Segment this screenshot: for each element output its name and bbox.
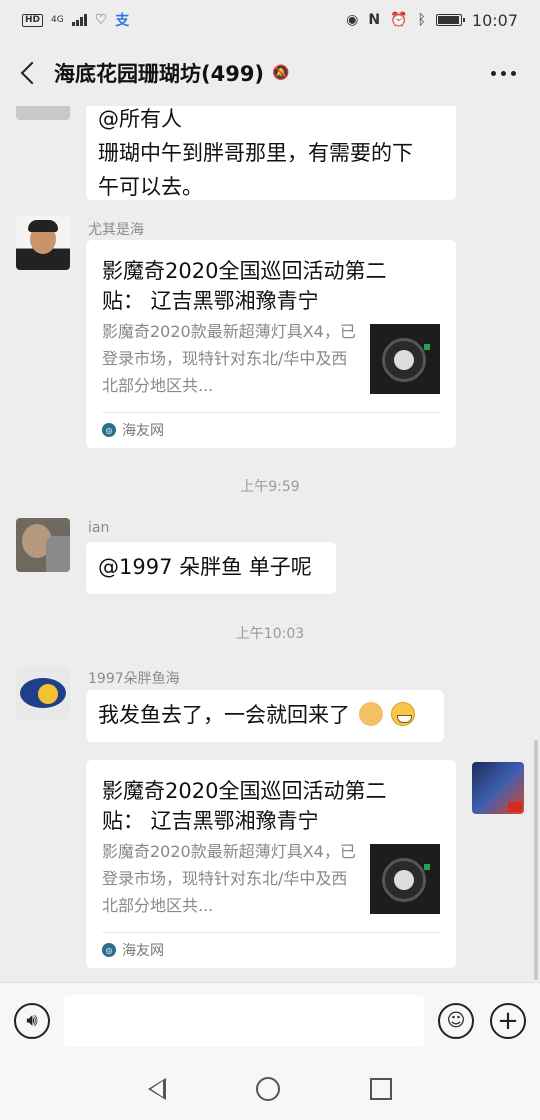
card-thumbnail [370,324,440,394]
network-type: 4G [51,15,64,25]
message-bubble[interactable]: @1997 朵胖鱼 单子呢 [86,542,336,594]
more-options-button[interactable] [483,63,524,84]
avatar[interactable] [16,216,70,270]
nav-home-icon[interactable] [256,1077,280,1101]
victory-hand-emoji-icon [358,702,383,726]
sender-name: ian [88,520,110,536]
voice-icon: 🔊︎ [26,1010,38,1031]
avatar[interactable] [16,518,70,572]
sender-name: 尤其是海 [88,222,144,238]
avatar[interactable] [16,666,70,720]
voice-input-button[interactable]: 🔊︎ [14,1002,50,1039]
chat-title[interactable]: 海底花园珊瑚坊(499) [54,58,264,88]
divider [102,412,440,413]
system-nav-buttons [0,1058,540,1120]
heart-icon: ♡ [94,12,108,28]
scrollbar[interactable] [534,740,538,980]
chat-header: 海底花园珊瑚坊(499) 🔕 [0,40,540,106]
card-description: 影魔奇2020款最新超薄灯具X4，已登录市场，现特针对东北/华中及西北部分地区共… [102,842,356,915]
message-text: 珊瑚中午到胖哥那里，有需要的下 [98,141,413,165]
my-avatar[interactable] [472,762,524,814]
smiley-icon: ☺ [446,1010,466,1031]
source-logo-icon: ◎ [102,943,116,957]
source-logo-icon: ◎ [102,423,116,437]
message-text: 午可以去。 [98,175,203,199]
signal-icon [71,14,87,26]
nfc-icon: N [368,12,381,28]
alipay-icon: 支 [115,13,130,29]
card-title: 影魔奇2020全国巡回活动第二贴： 辽吉黑鄂湘豫青宁 [102,259,387,313]
alarm-icon: ⏰ [390,12,408,28]
divider [102,932,440,933]
card-source: ◎ 海友网 [102,940,164,960]
back-arrow-icon[interactable] [16,59,44,87]
nav-back-icon[interactable] [148,1078,166,1100]
link-card[interactable]: 影魔奇2020全国巡回活动第二贴： 辽吉黑鄂湘豫青宁 影魔奇2020款最新超薄灯… [86,240,456,448]
bluetooth-icon: ᛒ [417,12,426,28]
message-text: @1997 朵胖鱼 单子呢 [98,555,312,579]
input-bar: 🔊︎ ☺ + [0,982,540,1058]
grin-emoji-icon [391,702,416,726]
message-bubble[interactable]: 我发鱼去了，一会就回来了 [86,690,444,742]
emoji-button[interactable]: ☺ [438,1002,474,1039]
message-text: @所有人 [98,107,182,131]
source-label: 海友网 [122,943,164,959]
source-label: 海友网 [122,423,164,439]
card-description: 影魔奇2020款最新超薄灯具X4，已登录市场，现特针对东北/华中及西北部分地区共… [102,322,356,395]
clock: 10:07 [471,10,518,30]
status-bar: HD 4G ♡ 支 ◉ N ⏰ ᛒ 10:07 [0,0,540,40]
bell-off-icon: 🔕 [272,65,290,81]
timestamp: 上午10:03 [235,626,305,642]
nav-recents-icon[interactable] [370,1078,392,1100]
plus-icon: + [497,1005,519,1036]
eye-icon: ◉ [346,12,359,28]
card-title: 影魔奇2020全国巡回活动第二贴： 辽吉黑鄂湘豫青宁 [102,779,387,833]
message-text: 我发鱼去了，一会就回来了 [98,703,350,727]
battery-icon [435,14,465,26]
message-list[interactable]: @所有人 珊瑚中午到胖哥那里，有需要的下 午可以去。 尤其是海 影魔奇2020全… [0,106,540,982]
timestamp: 上午9:59 [240,479,300,495]
more-actions-button[interactable]: + [490,1002,526,1039]
link-card[interactable]: 影魔奇2020全国巡回活动第二贴： 辽吉黑鄂湘豫青宁 影魔奇2020款最新超薄灯… [86,760,456,968]
card-thumbnail [370,844,440,914]
hd-badge: HD [22,13,44,27]
message-bubble[interactable]: @所有人 珊瑚中午到胖哥那里，有需要的下 午可以去。 [86,106,456,200]
sender-name: 1997朵胖鱼海 [88,671,180,687]
avatar[interactable] [16,106,70,120]
card-source: ◎ 海友网 [102,420,164,440]
message-input[interactable] [64,994,424,1047]
